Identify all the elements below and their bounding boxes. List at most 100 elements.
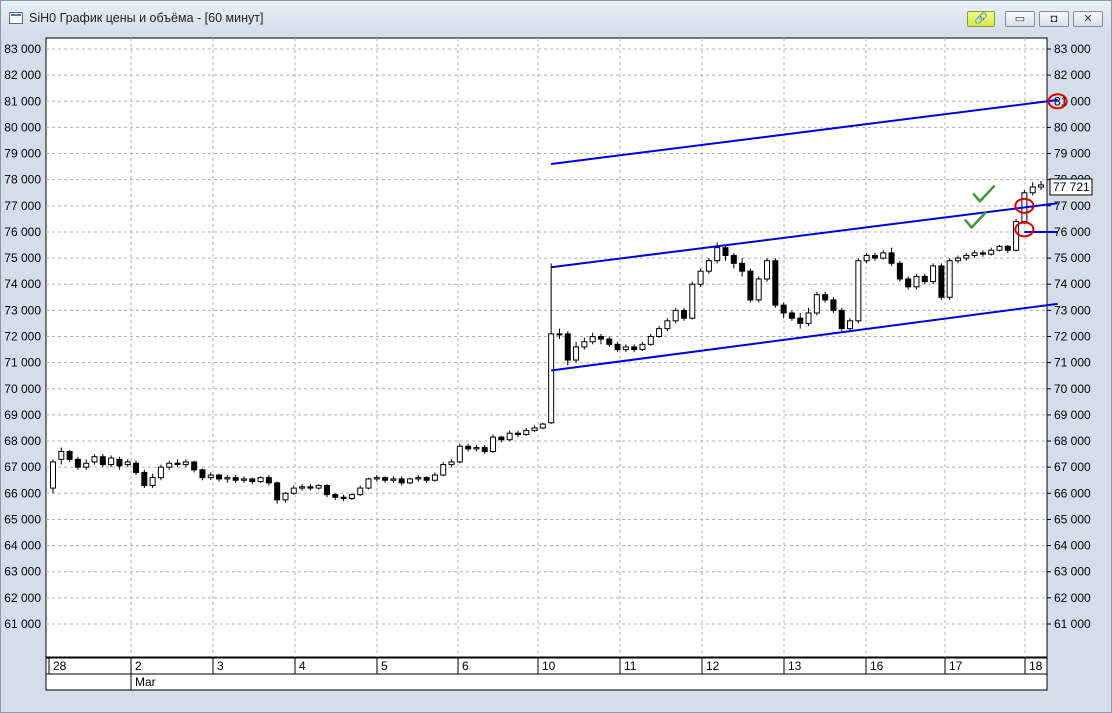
candle-down (905, 278, 912, 288)
day-label: 4 (299, 659, 306, 673)
y-tick-label: 71 000 (1054, 356, 1091, 370)
candle-down (979, 252, 986, 255)
candle-up (50, 461, 56, 489)
left-y-tick-label: 82 000 (4, 68, 41, 82)
candle-down (631, 346, 638, 351)
candle-up (456, 445, 463, 463)
candle-down (597, 335, 604, 340)
candle-up (357, 487, 364, 496)
price-chart[interactable]: 61 000 61 000 62 000 62 000 63 000 63 000 64 0… (1, 1, 1111, 712)
candle-down (99, 456, 106, 466)
left-y-tick-label: 72 000 (4, 329, 41, 343)
candle-down (398, 478, 405, 484)
candle-up (207, 474, 214, 479)
candle-down (307, 486, 314, 489)
candle-down (340, 496, 347, 500)
candle-up (315, 484, 322, 489)
day-label: 13 (788, 659, 802, 673)
y-tick-label: 81 000 (1054, 94, 1091, 108)
candle-down (722, 247, 729, 256)
candle-up (539, 423, 546, 429)
left-y-tick-label: 83 000 (4, 42, 41, 56)
candle-up (755, 278, 762, 301)
day-label: 18 (1029, 659, 1043, 673)
y-tick-label: 64 000 (1054, 539, 1091, 553)
left-y-tick-label: 63 000 (4, 565, 41, 579)
candle-up (556, 333, 563, 336)
left-y-tick-label: 66 000 (4, 486, 41, 500)
candle-up (149, 477, 156, 486)
candle-down (465, 445, 472, 450)
y-tick-label: 74 000 (1054, 277, 1091, 291)
month-label: Mar (135, 675, 156, 689)
plot-area[interactable] (45, 37, 1048, 658)
candle-up (83, 462, 90, 468)
y-tick-label: 75 000 (1054, 251, 1091, 265)
candle-up (855, 260, 862, 322)
candle-down (1004, 245, 1011, 251)
candle-down (747, 270, 754, 301)
candle-up (714, 247, 721, 262)
candle-up (506, 432, 513, 441)
candle-up (963, 254, 970, 259)
left-y-tick-label: 61 000 (4, 617, 41, 631)
candle-down (423, 477, 430, 481)
candle-up (689, 283, 696, 319)
candle-up (996, 245, 1003, 251)
candle-up (124, 461, 131, 466)
left-y-tick-label: 81 000 (4, 94, 41, 108)
candle-down (772, 260, 779, 306)
candle-down (66, 450, 73, 460)
candle-down (249, 478, 256, 483)
left-y-tick-label: 76 000 (4, 225, 41, 239)
candle-up (348, 494, 355, 500)
candle-up (672, 309, 679, 322)
candle-up (954, 257, 961, 262)
candle-down (332, 494, 339, 498)
left-y-tick-label: 80 000 (4, 120, 41, 134)
candle-up (946, 260, 953, 298)
candle-down (498, 436, 505, 441)
y-tick-label: 76 000 (1054, 225, 1091, 239)
y-tick-label: 83 000 (1054, 42, 1091, 56)
candle-down (830, 299, 837, 311)
left-y-tick-label: 64 000 (4, 539, 41, 553)
current-price-label: 77 721 (1053, 180, 1090, 194)
candle-up (664, 320, 671, 330)
candle-down (141, 471, 148, 486)
candle-up (697, 270, 704, 285)
left-y-tick-label: 73 000 (4, 303, 41, 317)
candle-up (930, 265, 937, 283)
candle-up (988, 249, 995, 255)
candle-up (290, 487, 297, 494)
day-label: 17 (949, 659, 963, 673)
candle-up (473, 447, 480, 450)
candle-down (191, 461, 198, 471)
left-y-tick-label: 65 000 (4, 512, 41, 526)
candle-down (199, 469, 206, 479)
candle-down (481, 447, 488, 452)
left-y-tick-label: 69 000 (4, 408, 41, 422)
candle-down (514, 432, 521, 436)
candle-down (888, 252, 895, 264)
y-tick-label: 61 000 (1054, 617, 1091, 631)
candle-up (847, 320, 854, 330)
day-label: 6 (462, 659, 469, 673)
candle-down (232, 477, 239, 481)
candle-down (780, 304, 787, 314)
candle-up (863, 254, 870, 262)
candle-up (589, 335, 596, 343)
left-y-tick-label: 71 000 (4, 356, 41, 370)
candle-up (91, 456, 98, 463)
candle-up (407, 478, 414, 484)
y-tick-label: 80 000 (1054, 120, 1091, 134)
y-tick-label: 70 000 (1054, 382, 1091, 396)
candle-down (74, 458, 81, 468)
day-label: 3 (217, 659, 224, 673)
candle-up (639, 343, 646, 351)
candle-down (174, 462, 181, 466)
candle-up (224, 477, 231, 480)
y-tick-label: 68 000 (1054, 434, 1091, 448)
candle-up (805, 312, 812, 324)
candle-up (58, 450, 65, 460)
